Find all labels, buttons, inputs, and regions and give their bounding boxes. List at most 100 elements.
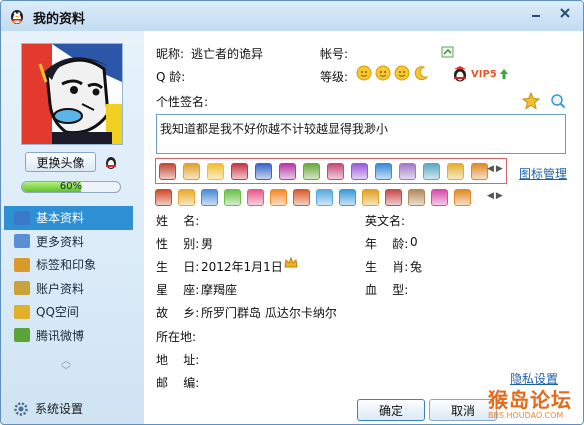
field-label: 姓 名: [156, 214, 200, 228]
level-label: 等级: [320, 70, 349, 84]
qq-age-label: Q 龄: [156, 70, 186, 84]
row2-service-icon[interactable] [293, 188, 310, 206]
field-label: 故 乡: [156, 306, 200, 320]
profile-completion-bar: 60% [21, 181, 121, 193]
watermark-text: 猴岛论坛 [488, 388, 572, 412]
next-arrow-icon[interactable]: ▶ [496, 191, 503, 201]
row1-service-icon[interactable] [183, 162, 200, 180]
left-panel: 更换头像 60% 基本资料更多资料标签和印象账户资料 QQ空间腾讯微博 ︿ ﹀ 系… [1, 31, 144, 424]
row2-service-icon[interactable] [201, 188, 218, 206]
privacy-settings-link[interactable]: 隐私设置 [510, 370, 558, 387]
field-label: 地 址: [156, 353, 200, 367]
sidebar-item-label: 腾讯微博 [36, 328, 85, 343]
cancel-button[interactable]: 取消 [429, 399, 497, 421]
field-value: 所罗门群岛 瓜达尔卡纳尔 [201, 306, 337, 320]
icons-pager-2[interactable]: ◀ ▶ [487, 191, 503, 201]
field-value: 0 [410, 235, 418, 249]
row1-service-icon[interactable] [399, 162, 416, 180]
signature-history-icon[interactable] [550, 93, 566, 109]
close-button[interactable] [553, 4, 577, 22]
vip-text: VIP5 [471, 68, 497, 80]
star-edit-icon[interactable] [522, 92, 540, 110]
icon-manage-link[interactable]: 图标管理 [519, 165, 567, 182]
row2-service-icon[interactable] [247, 188, 264, 206]
sidebar-item-1[interactable]: 更多资料 [4, 230, 133, 254]
field-label: 邮 编: [156, 376, 200, 390]
row2-service-icon[interactable] [270, 188, 287, 206]
row2-service-icon[interactable] [316, 188, 333, 206]
row1-service-icon[interactable] [327, 162, 344, 180]
sidebar-item-label: 基本资料 [36, 211, 85, 226]
weibo-icon [14, 328, 30, 343]
field-label: 生 肖: [365, 260, 409, 274]
minimize-button[interactable] [524, 4, 548, 22]
account-icon [14, 281, 30, 296]
icons-pager[interactable]: ◀ ▶ [487, 164, 503, 174]
field-label: 所在地: [156, 330, 197, 344]
change-avatar-button[interactable]: 更换头像 [25, 152, 96, 172]
row1-service-icon[interactable] [207, 162, 224, 180]
system-settings-link[interactable]: 系统设置 [13, 400, 83, 417]
nickname-label: 昵称: [156, 47, 185, 61]
edit-account-icon[interactable] [441, 45, 455, 59]
row2-service-icon[interactable] [431, 188, 448, 206]
field-label: 英文名: [365, 214, 406, 228]
scroll-down-icon[interactable]: ﹀ [61, 367, 71, 377]
side-nav: 基本资料更多资料标签和印象账户资料 QQ空间腾讯微博 [4, 206, 133, 347]
sidebar-item-0[interactable]: 基本资料 [4, 206, 133, 230]
prev-arrow-icon[interactable]: ◀ [487, 164, 494, 174]
row1-service-icon[interactable] [375, 162, 392, 180]
id-card-icon [14, 210, 30, 225]
close-icon [560, 8, 570, 18]
field-label: 性 别: [156, 237, 200, 251]
qq-penguin-icon [11, 10, 23, 24]
row2-service-icon[interactable] [385, 188, 402, 206]
field-value: 男 [201, 237, 214, 251]
row1-service-icon[interactable] [423, 162, 440, 180]
ok-button[interactable]: 确定 [357, 399, 425, 421]
sidebar-item-label: 标签和印象 [36, 258, 97, 273]
avatar[interactable] [21, 43, 123, 145]
row1-service-icon[interactable] [351, 162, 368, 180]
sidebar-item-2[interactable]: 标签和印象 [4, 253, 133, 277]
prev-arrow-icon[interactable]: ◀ [487, 191, 494, 201]
qq-show-icon[interactable] [103, 154, 119, 170]
sun-level-icon [375, 65, 391, 81]
service-icons-row-2 [155, 187, 477, 207]
document-icon [14, 234, 30, 249]
person-tag-icon [14, 257, 30, 272]
row1-service-icon[interactable] [231, 162, 248, 180]
minimize-icon [532, 15, 540, 17]
row2-service-icon[interactable] [454, 188, 471, 206]
row1-service-icon[interactable] [255, 162, 272, 180]
row1-service-icon[interactable] [159, 162, 176, 180]
qq-penguin-vip-icon [454, 66, 466, 82]
crown-icon [284, 257, 298, 268]
row1-service-icon[interactable] [303, 162, 320, 180]
vip-badge[interactable]: VIP5 [451, 66, 509, 82]
row1-service-icon[interactable] [471, 162, 488, 180]
system-settings-label: 系统设置 [35, 402, 84, 416]
sidebar-item-label: QQ空间 [36, 305, 79, 320]
nav-scroll-arrows[interactable]: ︿ ﹀ [61, 357, 71, 377]
sidebar-item-4[interactable]: QQ空间 [4, 300, 133, 324]
signature-input[interactable]: 我知道都是我不好你越不计较越显得我渺小 [156, 114, 566, 154]
row2-service-icon[interactable] [155, 188, 172, 206]
field-value: 摩羯座 [201, 283, 238, 297]
row2-service-icon[interactable] [408, 188, 425, 206]
sidebar-item-5[interactable]: 腾讯微博 [4, 324, 133, 348]
sun-level-icon [356, 65, 372, 81]
row2-service-icon[interactable] [178, 188, 195, 206]
row2-service-icon[interactable] [339, 188, 356, 206]
row2-service-icon[interactable] [362, 188, 379, 206]
sidebar-item-3[interactable]: 账户资料 [4, 277, 133, 301]
field-label: 星 座: [156, 283, 200, 297]
next-arrow-icon[interactable]: ▶ [496, 164, 503, 174]
row2-service-icon[interactable] [224, 188, 241, 206]
row1-service-icon[interactable] [279, 162, 296, 180]
field-label: 年 龄: [365, 237, 409, 251]
row1-service-icon[interactable] [447, 162, 464, 180]
sidebar-item-label: 账户资料 [36, 281, 85, 296]
account-label: 帐号: [320, 47, 349, 61]
level-icons[interactable] [356, 65, 429, 81]
